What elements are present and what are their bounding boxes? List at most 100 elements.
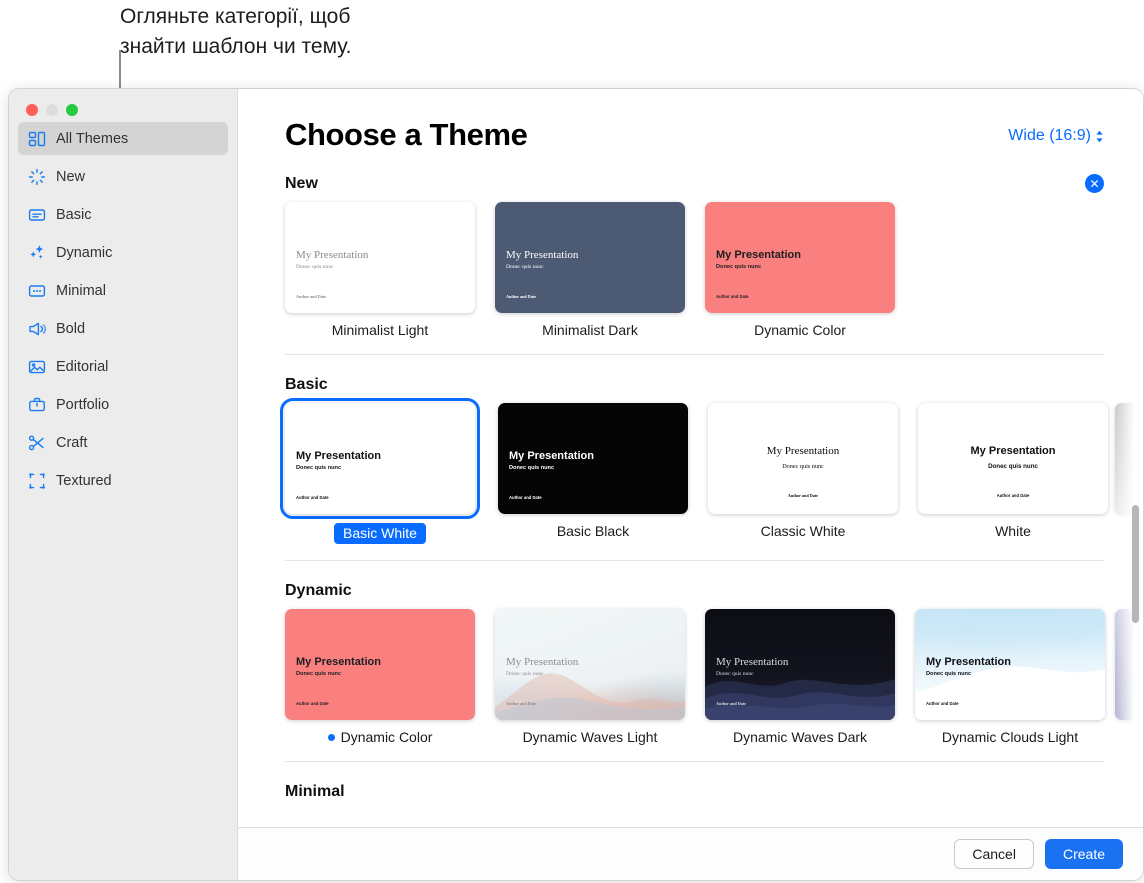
theme-thumbnail[interactable]: My Presentation Donec quis nunc Author and… [285,609,475,720]
close-circle-icon[interactable]: ✕ [1085,174,1104,193]
sidebar-item-bold[interactable]: Bold [18,312,228,345]
theme-label-row: Minimalist Dark [495,322,685,338]
theme-card-peek[interactable] [1115,403,1143,514]
slide-subtitle: Donec quis nunc [296,264,334,270]
cancel-button[interactable]: Cancel [954,839,1034,869]
theme-name: White [995,523,1031,539]
slide-footer: Author and Date [509,495,542,500]
theme-card[interactable]: My Presentation Donec quis nunc Author and… [705,609,895,745]
section-divider [285,560,1104,561]
section-header: Minimal [285,783,1143,801]
main-panel: Choose a Theme Wide (16:9) New ✕ My Presen… [238,89,1143,880]
theme-label-row: Dynamic Waves Light [495,729,685,745]
sidebar-item-label: Portfolio [56,396,110,413]
sidebar-item-minimal[interactable]: Minimal [18,274,228,307]
theme-label-row: White [918,523,1108,539]
slide-title: My Presentation [926,656,1011,668]
theme-label-row: Dynamic Color [285,729,475,745]
theme-card[interactable]: My Presentation Donec quis nunc Author and… [498,403,688,544]
sidebar-item-label: Minimal [56,282,106,299]
section-title: New [285,174,318,192]
theme-thumbnail[interactable]: My Presentation Donec quis nunc Author and… [708,403,898,514]
sidebar-item-label: New [56,168,86,185]
theme-card[interactable]: My Presentation Donec quis nunc Author and… [495,609,685,745]
theme-row: My Presentation Donec quis nunc Author and… [280,398,1143,544]
slide-title: My Presentation [296,450,381,462]
minimal-dots-icon [27,281,46,300]
sidebar-item-textured[interactable]: Textured [18,464,228,497]
theme-card[interactable]: My Presentation Donec quis nunc Author and… [285,202,475,338]
slide-subtitle: Donec quis nunc [296,465,342,471]
theme-row: My Presentation Donec quis nunc Author and… [285,202,1143,338]
slide-title: My Presentation [506,656,579,668]
sidebar-item-new[interactable]: New [18,160,228,193]
sidebar-item-label: All Themes [56,130,129,147]
theme-thumbnail[interactable]: My Presentation Donec quis nunc Author and… [498,403,688,514]
slide-footer: Author and Date [926,701,959,706]
theme-thumbnail[interactable]: My Presentation Donec quis nunc Author and… [495,609,685,720]
page-title: Choose a Theme [285,117,528,152]
theme-card[interactable]: My Presentation Donec quis nunc Author and… [915,609,1105,745]
theme-label-row: Minimalist Light [285,322,475,338]
theme-row: My Presentation Donec quis nunc Author and… [285,605,1143,745]
sidebar-item-label: Dynamic [56,244,113,261]
section-title: Minimal [285,783,345,800]
theme-thumbnail[interactable]: My Presentation Donec quis nunc Author and… [285,202,475,313]
theme-card[interactable]: My Presentation Donec quis nunc Author and… [708,403,898,544]
sidebar-item-all-themes[interactable]: All Themes [18,122,228,155]
close-window-button[interactable] [26,104,38,116]
theme-card[interactable]: My Presentation Donec quis nunc Author and… [285,609,475,745]
themes-scroll-area[interactable]: New ✕ My Presentation Donec quis nunc Author… [238,153,1143,827]
theme-thumbnail[interactable]: My Presentation Donec quis nunc Author and… [918,403,1108,514]
window-traffic-lights [26,104,78,116]
theme-card[interactable]: My Presentation Donec quis nunc Author and… [918,403,1108,544]
sidebar-item-dynamic[interactable]: Dynamic [18,236,228,269]
theme-name: Classic White [760,523,846,539]
theme-name: Basic Black [556,523,630,539]
theme-thumbnail[interactable]: My Presentation Donec quis nunc Author and… [280,398,480,519]
theme-thumbnail[interactable]: My Presentation Donec quis nunc Author and… [495,202,685,313]
theme-name: Dynamic Waves Light [522,729,658,745]
slide-footer: Author and Date [296,294,327,299]
all-themes-icon [27,129,46,148]
theme-card[interactable]: My Presentation Donec quis nunc Author and… [705,202,895,338]
theme-name: Basic White [334,523,426,544]
slide-footer: Author and Date [716,701,747,706]
slide-ratio-selector[interactable]: Wide (16:9) [1008,127,1104,145]
slide-footer: Author and Date [506,294,537,299]
theme-card-peek[interactable] [1115,609,1143,720]
theme-name: Dynamic Clouds Light [941,729,1079,745]
section-divider [285,354,1104,355]
slide-subtitle: Donec quis nunc [716,671,754,677]
section-divider [285,761,1104,762]
vertical-scrollbar[interactable] [1132,505,1139,623]
theme-thumbnail[interactable]: My Presentation Donec quis nunc Author and… [705,609,895,720]
section-header: Dynamic [285,582,1143,600]
sidebar-item-craft[interactable]: Craft [18,426,228,459]
sidebar-item-basic[interactable]: Basic [18,198,228,231]
slide-subtitle: Donec quis nunc [716,264,762,270]
slide-title: My Presentation [506,249,579,261]
slide-subtitle: Donec quis nunc [506,264,544,270]
sidebar-item-editorial[interactable]: Editorial [18,350,228,383]
slide-footer: Author and Date [787,493,819,498]
theme-card[interactable]: My Presentation Donec quis nunc Author and… [495,202,685,338]
slide-title: My Presentation [296,249,369,261]
theme-name: Minimalist Light [331,322,429,338]
theme-label-row: Dynamic Clouds Light [915,729,1105,745]
theme-card[interactable]: My Presentation Donec quis nunc Author and… [280,398,480,544]
slide-title: My Presentation [766,445,840,457]
section-header: Basic [285,376,1143,394]
sidebar-item-portfolio[interactable]: Portfolio [18,388,228,421]
theme-thumbnail[interactable]: My Presentation Donec quis nunc Author and… [915,609,1105,720]
sparkles-icon [27,243,46,262]
slide-subtitle: Donec quis nunc [509,465,555,471]
photo-icon [27,357,46,376]
crop-frame-icon [27,471,46,490]
create-button[interactable]: Create [1044,839,1123,869]
sidebar-item-label: Textured [56,472,112,489]
minimize-window-button[interactable] [46,104,58,116]
theme-thumbnail[interactable]: My Presentation Donec quis nunc Author and… [705,202,895,313]
scissors-icon [27,433,46,452]
zoom-window-button[interactable] [66,104,78,116]
